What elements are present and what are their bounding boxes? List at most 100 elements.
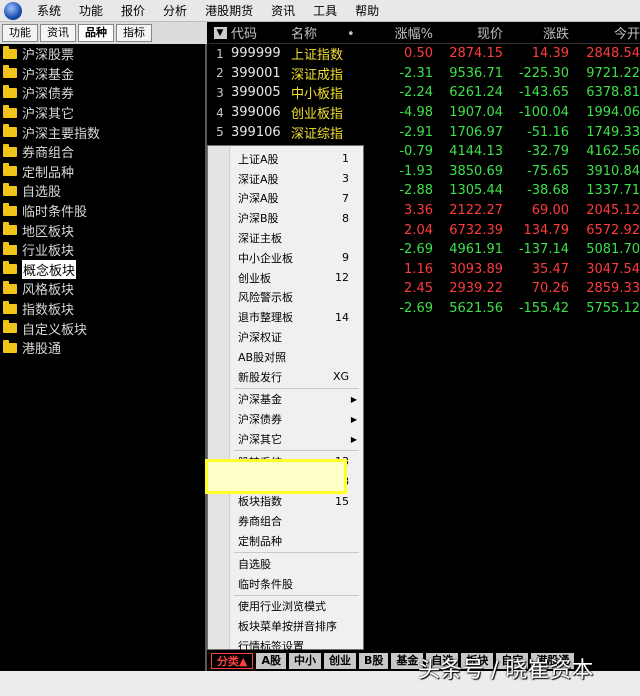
header-open[interactable]: 今开 — [569, 23, 640, 42]
table-row[interactable]: 4 399006 创业板指 -4.98 1907.04 -100.04 1994.06 — [209, 103, 640, 123]
popup-item[interactable]: 沪深权证 — [208, 327, 363, 347]
tree-item[interactable]: 自定义板块 — [0, 318, 205, 338]
tree-item[interactable]: 港股通 — [0, 338, 205, 358]
tab-indicator[interactable]: 指标 — [116, 24, 152, 42]
popup-item[interactable]: 退市整理板 14 — [208, 307, 363, 327]
menu-function[interactable]: 功能 — [70, 0, 112, 22]
popup-item[interactable]: 中小企业板 9 — [208, 248, 363, 268]
table-row[interactable]: 3 399005 中小板指 -2.24 6261.24 -143.65 6378.81 — [209, 83, 640, 103]
tree-item[interactable]: 沪深股票 — [0, 44, 205, 64]
row-open: 2045.12 — [586, 203, 640, 219]
row-price: 1907.04 — [449, 105, 503, 121]
row-code: 999999 — [231, 46, 281, 62]
menu-hk-futures[interactable]: 港股期货 — [196, 0, 262, 22]
menu-news[interactable]: 资讯 — [262, 0, 304, 22]
popup-item[interactable]: 临时条件股 — [208, 574, 363, 594]
grid-menu-button[interactable]: ▼ — [209, 26, 231, 39]
header-pct[interactable]: 涨幅% — [371, 23, 433, 42]
tab-function[interactable]: 功能 — [2, 24, 38, 42]
popup-item[interactable]: 板块菜单按拼音排序 — [208, 616, 363, 636]
tree-item-label: 定制品种 — [22, 165, 75, 181]
row-pct: -2.69 — [399, 301, 433, 317]
tree-item[interactable]: 沪深债券 — [0, 83, 205, 103]
menu-tools[interactable]: 工具 — [304, 0, 346, 22]
row-change: 14.39 — [531, 46, 569, 62]
header-change[interactable]: 涨跌 — [503, 23, 569, 42]
tree-item-label: 地区板块 — [22, 224, 75, 240]
popup-item[interactable]: 沪深A股 7 — [208, 189, 363, 209]
tab-news[interactable]: 资讯 — [40, 24, 76, 42]
row-pct: 2.04 — [404, 222, 433, 238]
bottom-tab[interactable]: A股 — [256, 653, 286, 669]
popup-item[interactable]: 板块指数 15 — [208, 492, 363, 512]
popup-item-label: 沪深基金 — [238, 393, 282, 407]
table-row[interactable]: 5 399106 深证综指 -2.91 1706.97 -51.16 1749.33 — [209, 122, 640, 142]
tab-variety[interactable]: 品种 — [78, 24, 114, 42]
bottom-tab[interactable]: 分类▲ — [211, 653, 254, 669]
popup-item[interactable]: 沪深B股 8 — [208, 208, 363, 228]
tree-item[interactable]: 券商组合 — [0, 142, 205, 162]
popup-item[interactable]: 深证主板 — [208, 228, 363, 248]
tree-item[interactable]: 地区板块 — [0, 220, 205, 240]
tree-item[interactable]: 自选股 — [0, 181, 205, 201]
tree-item[interactable]: 沪深其它 — [0, 103, 205, 123]
row-open: 1337.71 — [586, 183, 640, 199]
header-price[interactable]: 现价 — [433, 23, 503, 42]
popup-item[interactable]: 深证A股 3 — [208, 169, 363, 189]
tree-item[interactable]: 指数板块 — [0, 299, 205, 319]
row-price: 3850.69 — [449, 163, 503, 179]
table-row[interactable]: 1 999999 上证指数 0.50 2874.15 14.39 2848.54 — [209, 44, 640, 64]
tree-item[interactable]: 概念板块 — [0, 259, 205, 280]
popup-item[interactable]: 沪深其它 ▶ — [208, 429, 363, 449]
popup-item[interactable]: 使用行业浏览模式 — [208, 597, 363, 617]
menu-separator — [234, 450, 359, 451]
row-pct: 2.45 — [404, 281, 433, 297]
header-code[interactable]: 代码 — [231, 23, 291, 42]
tree-item-label: 临时条件股 — [22, 205, 88, 221]
folder-icon — [3, 45, 17, 59]
menu-quote[interactable]: 报价 — [112, 0, 154, 22]
popup-item[interactable]: 沪深基金 ▶ — [208, 390, 363, 410]
row-open: 3047.54 — [586, 261, 640, 277]
tree-item[interactable]: 沪深基金 — [0, 64, 205, 84]
popup-item[interactable]: 自选股 — [208, 554, 363, 574]
row-code: 399006 — [231, 105, 281, 121]
tree-item[interactable]: 沪深主要指数 — [0, 122, 205, 142]
row-open: 5081.70 — [586, 242, 640, 258]
row-price: 9536.71 — [449, 65, 503, 81]
popup-item[interactable]: AB股对照 — [208, 347, 363, 367]
popup-item-shortcut: XG — [332, 370, 349, 384]
bottom-tab[interactable]: 中小 — [288, 653, 321, 669]
menu-analysis[interactable]: 分析 — [154, 0, 196, 22]
category-tree: 沪深股票 沪深基金 沪深债券 沪深其它 沪深主要指数 券商组合定制品种 自选股临时条件股地区… — [0, 44, 207, 671]
popup-item[interactable]: 定制品种 — [208, 531, 363, 551]
bottom-tab[interactable]: 创业 — [323, 653, 356, 669]
table-row[interactable]: 2 399001 深证成指 -2.31 9536.71 -225.30 9721.22 — [209, 64, 640, 84]
row-price: 6732.39 — [449, 222, 503, 238]
menu-system[interactable]: 系统 — [28, 0, 70, 22]
row-price: 1706.97 — [449, 124, 503, 140]
header-name-label: 名称 — [291, 27, 318, 42]
row-change: -225.30 — [518, 65, 569, 81]
tree-item[interactable]: 风格板块 — [0, 279, 205, 299]
bottom-tab[interactable]: B股 — [358, 653, 389, 669]
popup-item[interactable]: 券商组合 — [208, 511, 363, 531]
submenu-arrow-icon: ▶ — [350, 434, 357, 444]
tree-item[interactable]: 临时条件股 — [0, 201, 205, 221]
popup-item[interactable]: 创业板 12 — [208, 268, 363, 288]
tree-item[interactable]: 行业板块 — [0, 240, 205, 260]
popup-item-label: 沪深其它 — [238, 433, 282, 447]
popup-item-label: 深证主板 — [238, 232, 282, 246]
popup-item-label: 沪深A股 — [238, 192, 279, 206]
popup-item-label: AB股对照 — [238, 350, 287, 364]
menu-help[interactable]: 帮助 — [346, 0, 388, 22]
header-name[interactable]: 名称 • — [291, 23, 371, 42]
popup-item[interactable]: 风险警示板 — [208, 288, 363, 308]
row-open: 2859.33 — [586, 281, 640, 297]
row-open: 9721.22 — [586, 65, 640, 81]
popup-item[interactable]: 新股发行 XG — [208, 367, 363, 387]
row-open: 6572.92 — [586, 222, 640, 238]
tree-item[interactable]: 定制品种 — [0, 162, 205, 182]
popup-item[interactable]: 上证A股 1 — [208, 149, 363, 169]
popup-item[interactable]: 沪深债券 ▶ — [208, 409, 363, 429]
